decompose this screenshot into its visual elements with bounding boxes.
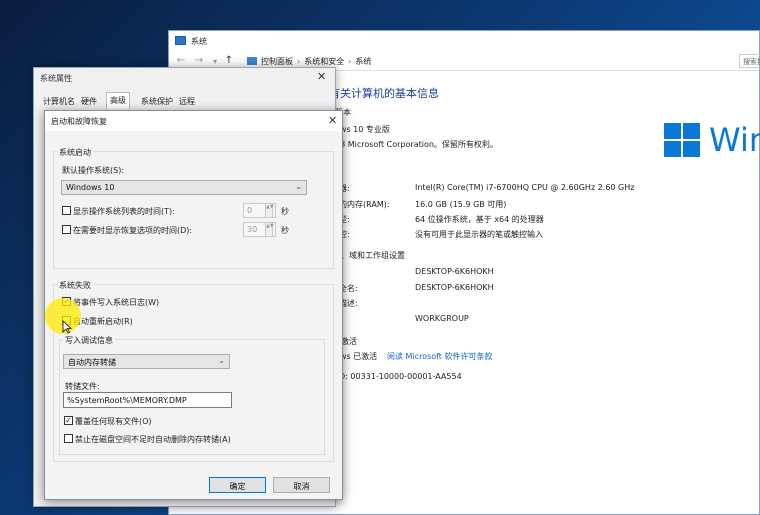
startup-recovery-dialog: 启动和故障恢复 ✕ 系统启动 默认操作系统(S): Windows 10 ⌄ 显… [44, 110, 343, 500]
system-window-title: 系统 [191, 37, 207, 46]
dialog-titlebar: 启动和故障恢复 ✕ [45, 111, 342, 131]
breadcrumb-item-system[interactable]: 系统 [355, 57, 371, 66]
recovery-seconds-unit: 秒 [281, 226, 289, 235]
computer-icon [175, 36, 186, 45]
mouse-cursor-icon [62, 320, 72, 334]
ok-button[interactable]: 确定 [209, 477, 266, 493]
windows-logo-text: Win [709, 121, 760, 159]
close-icon[interactable]: ✕ [328, 114, 337, 127]
product-id: D: 00331-10000-00001-AA554 [339, 372, 462, 381]
debug-group-title: 写入调试信息 [63, 335, 115, 346]
baidu-paw-icon [646, 449, 674, 477]
tab-system-protection[interactable]: 系统保护 [138, 94, 176, 109]
write-event-label: 将事件写入系统日志(W) [73, 298, 160, 307]
breadcrumb-item-system-security[interactable]: 系统和安全 [304, 57, 344, 66]
debug-type-select[interactable]: 自动内存转储 ⌄ [63, 354, 230, 369]
chevron-down-icon: ⌄ [295, 182, 302, 191]
breadcrumb-item-control-panel[interactable]: 控制面板 [261, 57, 293, 66]
os-list-spinner-icon[interactable]: ▲▼ [265, 203, 274, 218]
domain-value-computer-name: DESKTOP-6K6HOKH [415, 267, 494, 276]
back-icon[interactable]: ← [175, 55, 187, 66]
close-icon[interactable]: ✕ [317, 70, 326, 83]
control-panel-icon [247, 57, 257, 65]
baidu-watermark-text: 经验 [674, 456, 716, 480]
copyright-text: 18 Microsoft Corporation。保留所有权利。 [335, 140, 498, 149]
default-os-value: Windows 10 [66, 183, 115, 192]
domain-value-workgroup: WORKGROUP [415, 314, 469, 323]
startup-group-title: 系统启动 [57, 147, 93, 158]
os-list-seconds-unit: 秒 [281, 207, 289, 216]
tab-computer-name[interactable]: 计算机名 [40, 94, 78, 109]
display-recovery-label: 在需要时显示恢复选项的时间(D): [73, 226, 193, 235]
spec-value-ram: 16.0 GB (15.9 GB 可用) [415, 200, 507, 209]
baidu-watermark-logo: Bai [585, 449, 632, 479]
default-os-select[interactable]: Windows 10 ⌄ [61, 180, 307, 195]
display-os-list-checkbox[interactable] [62, 206, 71, 215]
breadcrumb: 控制面板 › 系统和安全 › 系统 [261, 56, 371, 67]
search-input[interactable]: 搜索控 [739, 54, 760, 68]
baidu-watermark-url: jingyan.baidu.com [580, 482, 700, 497]
tab-advanced[interactable]: 高级 [106, 92, 130, 109]
page-title: 有关计算机的基本信息 [329, 87, 439, 100]
disable-auto-delete-label: 禁止在磁盘空间不足时自动删除内存转储(A) [75, 435, 231, 444]
recovery-spinner-icon[interactable]: ▲▼ [265, 222, 274, 237]
cancel-button[interactable]: 取消 [273, 477, 330, 493]
debug-type-value: 自动内存转储 [68, 358, 116, 367]
spec-value-pen-touch: 没有可用于此显示器的笔或触控输入 [415, 230, 543, 239]
display-recovery-checkbox[interactable] [62, 225, 71, 234]
edition-value: ows 10 专业版 [335, 125, 390, 134]
breadcrumb-separator: › [297, 57, 301, 66]
overwrite-label: 覆盖任何现有文件(O) [75, 417, 152, 426]
failure-group-title: 系统失败 [57, 280, 93, 291]
dump-file-input[interactable]: %SystemRoot%\MEMORY.DMP [63, 392, 232, 408]
system-properties-title: 系统属性 [40, 74, 72, 83]
windows-logo-icon [664, 123, 702, 159]
spec-value-processor: Intel(R) Core(TM) i7-6700HQ CPU @ 2.60GH… [415, 183, 635, 192]
default-os-label: 默认操作系统(S): [62, 166, 125, 175]
license-terms-link[interactable]: 阅读 Microsoft 软件许可条款 [387, 351, 493, 362]
auto-restart-label: 自动重新启动(R) [73, 317, 133, 326]
domain-value-full-name: DESKTOP-6K6HOKH [415, 283, 494, 292]
display-os-list-label: 显示操作系统列表的时间(T): [73, 207, 175, 216]
breadcrumb-separator: › [348, 57, 352, 66]
system-titlebar: 系统 [169, 31, 759, 51]
chevron-down-icon: ⌄ [218, 356, 225, 365]
dump-file-label: 转储文件: [65, 382, 100, 391]
spec-value-system-type: 64 位操作系统，基于 x64 的处理器 [415, 215, 544, 224]
disable-auto-delete-checkbox[interactable] [64, 434, 73, 443]
dialog-title: 启动和故障恢复 [51, 117, 107, 126]
forward-icon[interactable]: → [193, 55, 205, 66]
tab-remote[interactable]: 远程 [176, 94, 198, 109]
recent-dropdown-icon[interactable]: ▾ [209, 57, 221, 66]
overwrite-checkbox[interactable]: ✓ [64, 416, 73, 425]
activation-section-title: 激活 [341, 337, 357, 346]
tab-hardware[interactable]: 硬件 [78, 94, 100, 109]
domain-section-title: 、域和工作组设置 [341, 251, 405, 260]
up-icon[interactable]: ↑ [223, 55, 235, 66]
spec-label-ram: 的内存(RAM): [339, 200, 390, 209]
